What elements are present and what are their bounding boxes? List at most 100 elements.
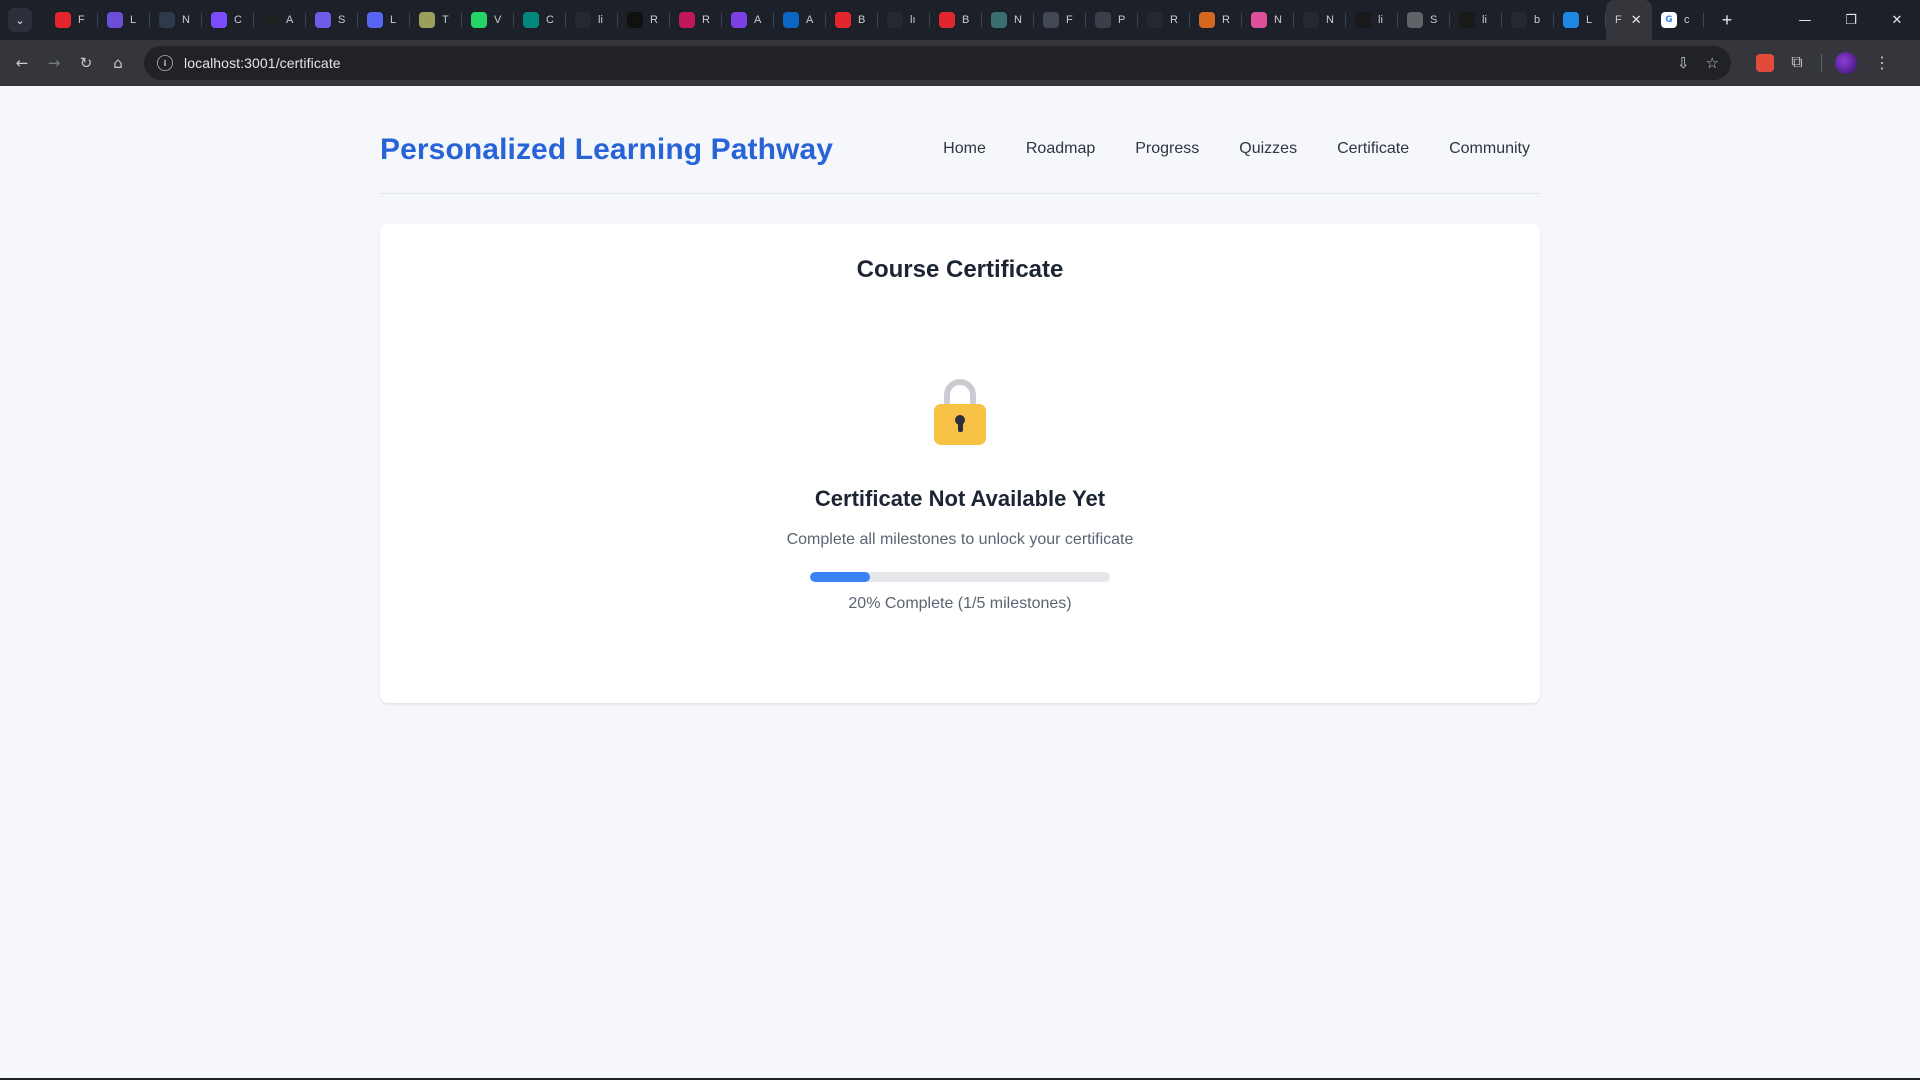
browser-tab[interactable]: Gc — [1652, 0, 1704, 40]
react-icon — [679, 12, 695, 28]
pen-icon — [1043, 12, 1059, 28]
profile-avatar[interactable] — [1830, 47, 1862, 79]
github-icon — [1303, 12, 1319, 28]
extensions-puzzle-icon[interactable]: ⧉ — [1781, 47, 1813, 79]
browser-tab[interactable]: V — [462, 0, 514, 40]
w-logo-icon — [211, 12, 227, 28]
tab-title: T — [442, 14, 449, 26]
browser-tab[interactable]: P — [1086, 0, 1138, 40]
browser-tab[interactable]: B — [930, 0, 982, 40]
github-icon — [575, 12, 591, 28]
minimize-icon[interactable]: — — [1782, 0, 1828, 40]
nav-quizzes[interactable]: Quizzes — [1239, 140, 1297, 158]
browser-tab[interactable]: N — [150, 0, 202, 40]
tab-title: F — [78, 14, 85, 26]
tab-title: lı — [910, 14, 916, 26]
browser-tab[interactable]: A — [254, 0, 306, 40]
browser-tab[interactable]: L — [1554, 0, 1606, 40]
browser-tab[interactable]: li — [1450, 0, 1502, 40]
browser-tab[interactable]: R — [1138, 0, 1190, 40]
tab-title: R — [1222, 14, 1230, 26]
browser-tab[interactable]: C — [202, 0, 254, 40]
progress-label: 20% Complete (1/5 milestones) — [848, 595, 1072, 612]
meet-icon — [523, 12, 539, 28]
tab-title: li — [598, 14, 603, 26]
back-icon[interactable]: ← — [6, 47, 38, 79]
browser-tab[interactable]: b — [1502, 0, 1554, 40]
cube-icon — [1251, 12, 1267, 28]
browser-tab[interactable]: C — [514, 0, 566, 40]
tab-search-button[interactable]: ⌄ — [8, 8, 32, 32]
browser-tab[interactable]: A — [774, 0, 826, 40]
github-icon — [1147, 12, 1163, 28]
browser-tab[interactable]: F — [1034, 0, 1086, 40]
browser-tab[interactable]: li — [1346, 0, 1398, 40]
tab-title: N — [1326, 14, 1334, 26]
home-icon[interactable]: ⌂ — [102, 47, 134, 79]
browser-tab[interactable]: N — [1242, 0, 1294, 40]
tab-title: P — [1118, 14, 1126, 26]
nav-certificate[interactable]: Certificate — [1337, 140, 1409, 158]
tab-title: R — [702, 14, 710, 26]
nav-community[interactable]: Community — [1449, 140, 1530, 158]
close-window-icon[interactable]: ✕ — [1874, 0, 1920, 40]
badge-icon — [419, 12, 435, 28]
browser-tab[interactable]: N — [1294, 0, 1346, 40]
progress-fill — [810, 572, 870, 582]
github-icon — [887, 12, 903, 28]
new-tab-icon[interactable]: + — [1716, 10, 1738, 31]
tab-title: V — [494, 14, 502, 26]
restore-icon[interactable]: ❐ — [1828, 0, 1874, 40]
openai-icon — [263, 12, 279, 28]
address-text[interactable]: localhost:3001/certificate — [184, 55, 341, 71]
status-title: Certificate Not Available Yet — [814, 486, 1106, 511]
active-tab[interactable]: F ✕ — [1606, 0, 1652, 40]
kebab-menu-icon[interactable]: ⋮ — [1866, 47, 1898, 79]
browser-tab[interactable]: li — [566, 0, 618, 40]
bookmark-star-icon[interactable]: ☆ — [1706, 54, 1719, 72]
tab-title: A — [286, 14, 294, 26]
nav-progress[interactable]: Progress — [1135, 140, 1199, 158]
dark-circle-icon — [159, 12, 175, 28]
browser-tab[interactable]: S — [306, 0, 358, 40]
extension-red-icon[interactable] — [1749, 47, 1781, 79]
address-bar[interactable]: i localhost:3001/certificate ⇩ ☆ — [144, 46, 1731, 80]
tab-title: li — [1378, 14, 1383, 26]
nav-roadmap[interactable]: Roadmap — [1026, 140, 1095, 158]
browser-tab[interactable]: N — [982, 0, 1034, 40]
tab-title: A — [754, 14, 762, 26]
youtube-icon — [939, 12, 955, 28]
browser-tab[interactable]: S — [1398, 0, 1450, 40]
youtube-icon — [55, 12, 71, 28]
browser-tab[interactable]: T — [410, 0, 462, 40]
browser-tab[interactable]: R — [670, 0, 722, 40]
browser-tab[interactable]: R — [618, 0, 670, 40]
globe-icon — [1407, 12, 1423, 28]
site-info-icon[interactable]: i — [157, 55, 173, 71]
tab-title: b — [1534, 14, 1541, 26]
whatsapp-icon — [471, 12, 487, 28]
browser-tab[interactable]: F — [46, 0, 98, 40]
nav-home[interactable]: Home — [943, 140, 986, 158]
browser-tab[interactable]: B — [826, 0, 878, 40]
browser-tab[interactable]: L — [98, 0, 150, 40]
browser-toolbar: ← → ↻ ⌂ i localhost:3001/certificate ⇩ ☆… — [0, 40, 1920, 86]
tab-strip: F L N C A S L T V Cli R R A A Blı B N F P R R N Nli Sli b L F ✕ Gc + — [46, 0, 1738, 40]
browser-tab[interactable]: lı — [878, 0, 930, 40]
tab-title: F — [1066, 14, 1073, 26]
install-app-icon[interactable]: ⇩ — [1677, 54, 1690, 72]
browser-tab[interactable]: L — [358, 0, 410, 40]
browser-tab[interactable]: A — [722, 0, 774, 40]
forward-icon[interactable]: → — [38, 47, 70, 79]
tab-title: L — [130, 14, 137, 26]
brand-title[interactable]: Personalized Learning Pathway — [380, 133, 833, 167]
main-nav: Home Roadmap Progress Quizzes Certificate Com… — [943, 140, 1530, 158]
tab-title: A — [806, 14, 814, 26]
browser-tab[interactable]: R — [1190, 0, 1242, 40]
lock-icon — [934, 379, 986, 445]
youtube-icon — [835, 12, 851, 28]
close-tab-icon[interactable]: ✕ — [1631, 12, 1642, 28]
certificate-card: Course Certificate Certificate Not Avail… — [380, 224, 1540, 703]
image-icon — [991, 12, 1007, 28]
reload-icon[interactable]: ↻ — [70, 47, 102, 79]
